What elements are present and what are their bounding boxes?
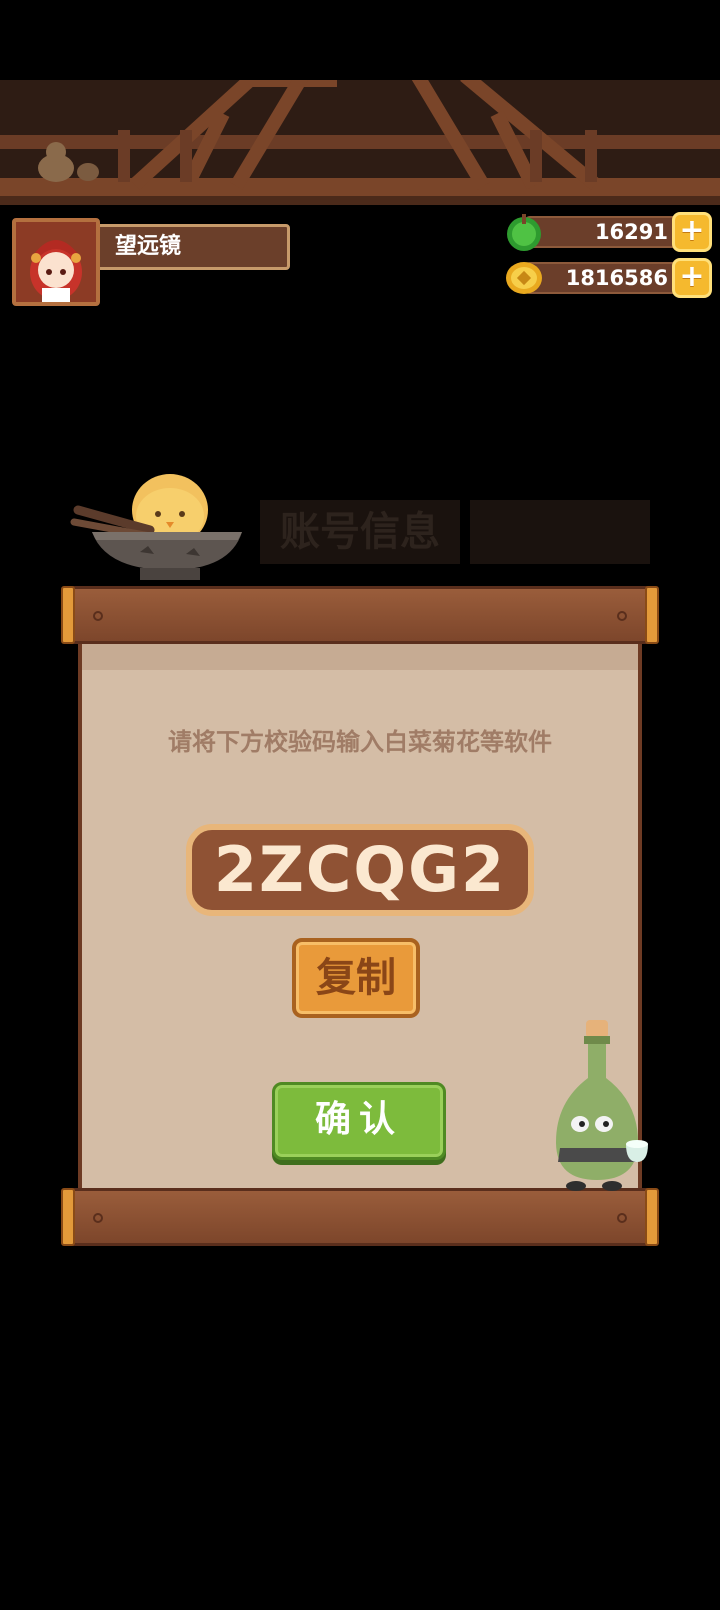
gold-coin-icon xyxy=(504,258,544,298)
add-gems-button[interactable]: + xyxy=(672,212,712,252)
confirm-button[interactable]: 确认 xyxy=(272,1082,446,1160)
player-name: 望远镜 xyxy=(96,224,290,270)
coin-amount: 1816586 xyxy=(524,262,684,294)
rod-bolt xyxy=(617,1213,627,1223)
player-card[interactable]: 望远镜 xyxy=(12,218,290,308)
verification-code: 2ZCQG2 xyxy=(186,824,534,916)
rod-bolt xyxy=(617,611,627,621)
paper-shade xyxy=(82,640,638,670)
coin-counter: 1816586 + xyxy=(504,258,712,298)
scroll-top-rod xyxy=(61,586,659,644)
wooden-beams-banner xyxy=(0,80,720,205)
gem-amount: 16291 xyxy=(524,216,684,248)
rod-bolt xyxy=(93,611,103,621)
bowl-chick-decoration xyxy=(70,470,250,580)
bottle-character-decoration xyxy=(540,1020,660,1200)
player-avatar[interactable] xyxy=(12,218,100,306)
copy-button[interactable]: 复制 xyxy=(292,938,420,1018)
tab-account-info: 账号信息 xyxy=(260,500,460,564)
tab-other xyxy=(470,500,650,564)
rod-bolt xyxy=(93,1213,103,1223)
gem-counter: 16291 + xyxy=(504,212,712,252)
green-gem-icon xyxy=(504,212,544,252)
game-screen: 望远镜 16291 + 1816586 + 账号信息 请将下方校验码输入白菜菊花… xyxy=(0,0,720,1610)
instruction-text: 请将下方校验码输入白菜菊花等软件 xyxy=(168,728,552,756)
avatar-portrait-icon xyxy=(16,222,96,302)
add-coins-button[interactable]: + xyxy=(672,258,712,298)
